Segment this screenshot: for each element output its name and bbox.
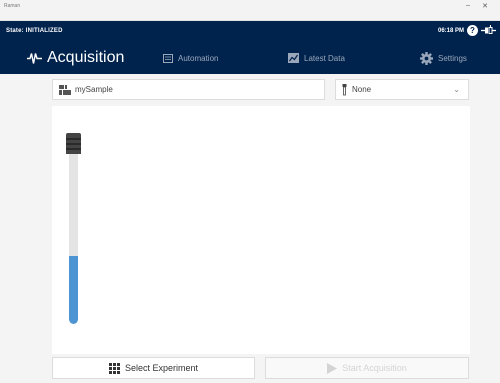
tab-latest-data[interactable]: Latest Data bbox=[288, 45, 345, 71]
tab-settings-label: Settings bbox=[438, 53, 467, 63]
app-title: Raman bbox=[4, 3, 21, 9]
start-acquisition-label: Start Acquisition bbox=[342, 363, 407, 373]
tab-automation-label: Automation bbox=[178, 53, 219, 63]
close-button[interactable]: ✕ bbox=[482, 2, 488, 10]
select-experiment-label: Select Experiment bbox=[124, 363, 199, 373]
app-header: State: INITIALIZED 06:18 PM ? Acquisitio… bbox=[0, 21, 500, 74]
grid-icon bbox=[108, 362, 120, 374]
sample-name-field[interactable]: mySample bbox=[52, 79, 325, 100]
probe-icon bbox=[342, 83, 347, 95]
main-nav: Acquisition Automation Latest Data Setti… bbox=[0, 45, 500, 71]
sample-icon bbox=[59, 84, 71, 95]
tab-latest-data-label: Latest Data bbox=[304, 53, 345, 63]
acquisition-view: mySample None ⌄ Select Experiment Start … bbox=[0, 74, 500, 383]
sample-tube bbox=[69, 154, 78, 324]
state-label: State: INITIALIZED bbox=[6, 28, 63, 34]
clock-time: 06:18 PM bbox=[437, 28, 464, 34]
select-experiment-button[interactable]: Select Experiment bbox=[52, 357, 255, 379]
gear-icon bbox=[420, 51, 433, 65]
play-icon bbox=[327, 362, 338, 374]
tab-acquisition[interactable]: Acquisition bbox=[27, 45, 124, 71]
help-icon[interactable]: ? bbox=[467, 25, 478, 36]
tube-cap bbox=[66, 133, 81, 154]
automation-icon bbox=[163, 53, 173, 63]
tab-acquisition-label: Acquisition bbox=[47, 49, 125, 66]
minimize-button[interactable]: – bbox=[466, 2, 470, 9]
tab-automation[interactable]: Automation bbox=[163, 45, 218, 71]
sample-panel bbox=[52, 106, 470, 354]
sample-name-value: mySample bbox=[75, 85, 113, 94]
connection-icon[interactable] bbox=[481, 24, 496, 37]
probe-select[interactable]: None ⌄ bbox=[335, 79, 469, 100]
probe-select-value: None bbox=[352, 85, 372, 94]
window-title-bar: Raman – ✕ bbox=[0, 0, 500, 21]
sample-tube-fill bbox=[69, 256, 78, 324]
tab-settings[interactable]: Settings bbox=[420, 45, 467, 71]
waveform-icon bbox=[27, 52, 42, 64]
start-acquisition-button[interactable]: Start Acquisition bbox=[265, 357, 469, 379]
chart-icon bbox=[288, 53, 299, 63]
chevron-down-icon: ⌄ bbox=[453, 85, 460, 94]
